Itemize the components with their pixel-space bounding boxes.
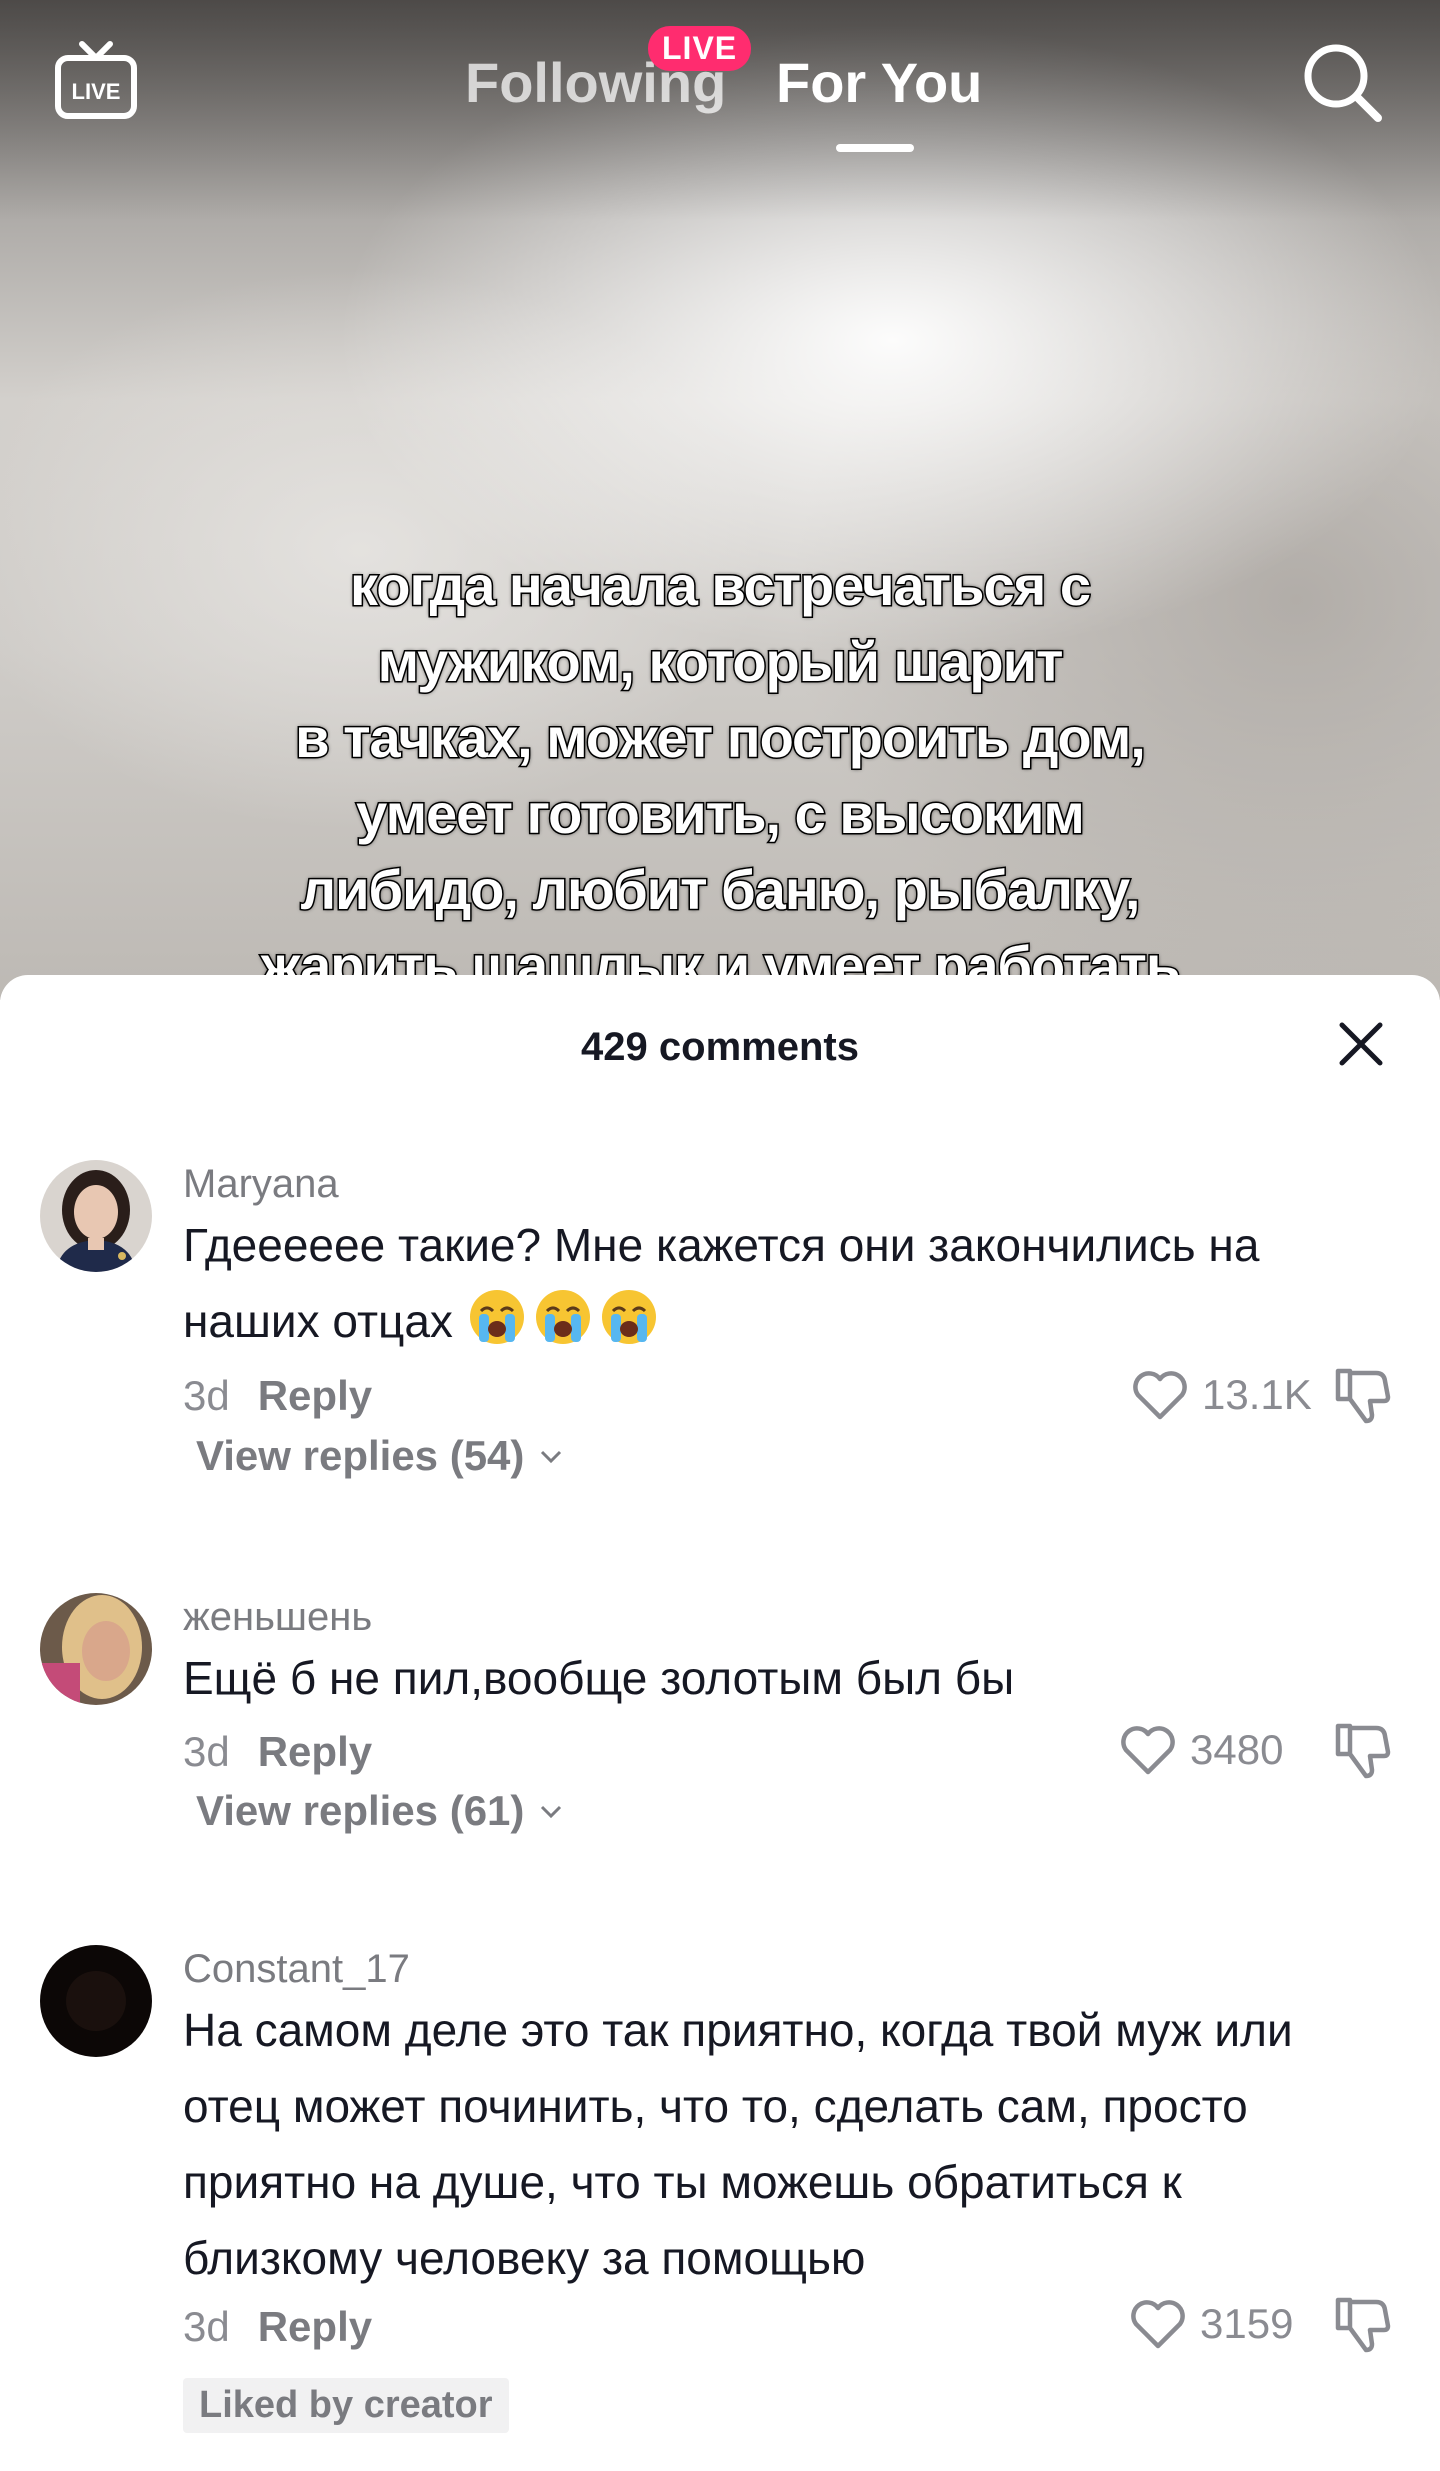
video-player[interactable]: LIVE Following LIVE For You когда начала… (0, 0, 1440, 1000)
live-badge: LIVE (648, 26, 752, 71)
caption-line: либидо, любит баню, рыбалку, (299, 857, 1142, 923)
comment-meta: 3d Reply (183, 2303, 372, 2351)
comment-meta: 3d Reply (183, 1728, 372, 1776)
chevron-down-icon (541, 1450, 562, 1464)
reply-button[interactable]: Reply (258, 2303, 372, 2350)
loudly-crying-face-icon (535, 1290, 590, 1344)
like-count: 13.1K (1202, 1371, 1312, 1418)
tab-for-you[interactable]: For You (776, 50, 982, 115)
top-navigation: Following LIVE For You (0, 26, 1440, 160)
reply-button[interactable]: Reply (258, 1372, 372, 1419)
avatar[interactable] (40, 1160, 152, 1272)
heart-icon[interactable] (1128, 1363, 1192, 1427)
comment-text: Гдееееее такие? Мне кажется они закончил… (183, 1207, 1363, 1359)
like-count: 3159 (1200, 2300, 1294, 2347)
heart-icon[interactable] (1116, 1718, 1180, 1782)
liked-by-creator-badge: Liked by creator (183, 2378, 509, 2433)
heart-icon[interactable] (1126, 2292, 1190, 2356)
comment-username[interactable]: Constant_17 (183, 1947, 410, 1992)
loudly-crying-face-icon (469, 1290, 524, 1344)
like-button[interactable]: 3480 (1116, 1715, 1283, 1785)
comments-sheet: 429 comments Maryana Гдееееее такие? Мне… (0, 975, 1440, 2471)
video-caption: когда начала встречаться с мужиком, кото… (130, 548, 1310, 1004)
comment-text-content: Гдееееее такие? Мне кажется они закончил… (183, 1219, 1260, 1347)
caption-line: когда начала встречаться с (348, 553, 1092, 619)
loudly-crying-face-icon (601, 1290, 656, 1344)
comments-count-title: 429 comments (581, 1025, 859, 1069)
caption-line: мужиком, который шарит (376, 629, 1065, 695)
dislike-icon[interactable] (1330, 1718, 1394, 1782)
view-replies-label: View replies (61) (196, 1787, 525, 1834)
comment-text: Ещё б не пил,вообще золотым был бы (183, 1652, 1015, 1704)
dislike-icon[interactable] (1330, 1363, 1394, 1427)
avatar[interactable] (40, 1593, 152, 1705)
view-replies-button[interactable]: View replies (61) (196, 1787, 566, 1835)
like-button[interactable]: 13.1K (1128, 1360, 1312, 1430)
chevron-down-icon (541, 1805, 562, 1819)
caption-line: в тачках, может построить дом, (294, 705, 1148, 771)
close-icon[interactable] (1336, 1019, 1386, 1069)
like-count: 3480 (1190, 1726, 1284, 1773)
comment-time: 3d (183, 1372, 230, 1419)
search-icon[interactable] (1296, 36, 1386, 126)
comment-meta: 3d Reply (183, 1372, 372, 1420)
emoji-group (467, 1287, 659, 1347)
active-tab-indicator (836, 144, 914, 152)
view-replies-button[interactable]: View replies (54) (196, 1432, 566, 1480)
comment-text: На самом деле это так приятно, когда тво… (183, 2004, 1293, 2284)
comment-username[interactable]: женьшень (183, 1595, 372, 1640)
avatar[interactable] (40, 1945, 152, 2057)
like-button[interactable]: 3159 (1126, 2289, 1293, 2359)
comment-time: 3d (183, 1728, 230, 1775)
caption-line: умеет готовить, с высоким (355, 781, 1087, 847)
comment-time: 3d (183, 2303, 230, 2350)
comment-username[interactable]: Maryana (183, 1162, 339, 1207)
view-replies-label: View replies (54) (196, 1432, 525, 1479)
reply-button[interactable]: Reply (258, 1728, 372, 1775)
dislike-icon[interactable] (1330, 2292, 1394, 2356)
